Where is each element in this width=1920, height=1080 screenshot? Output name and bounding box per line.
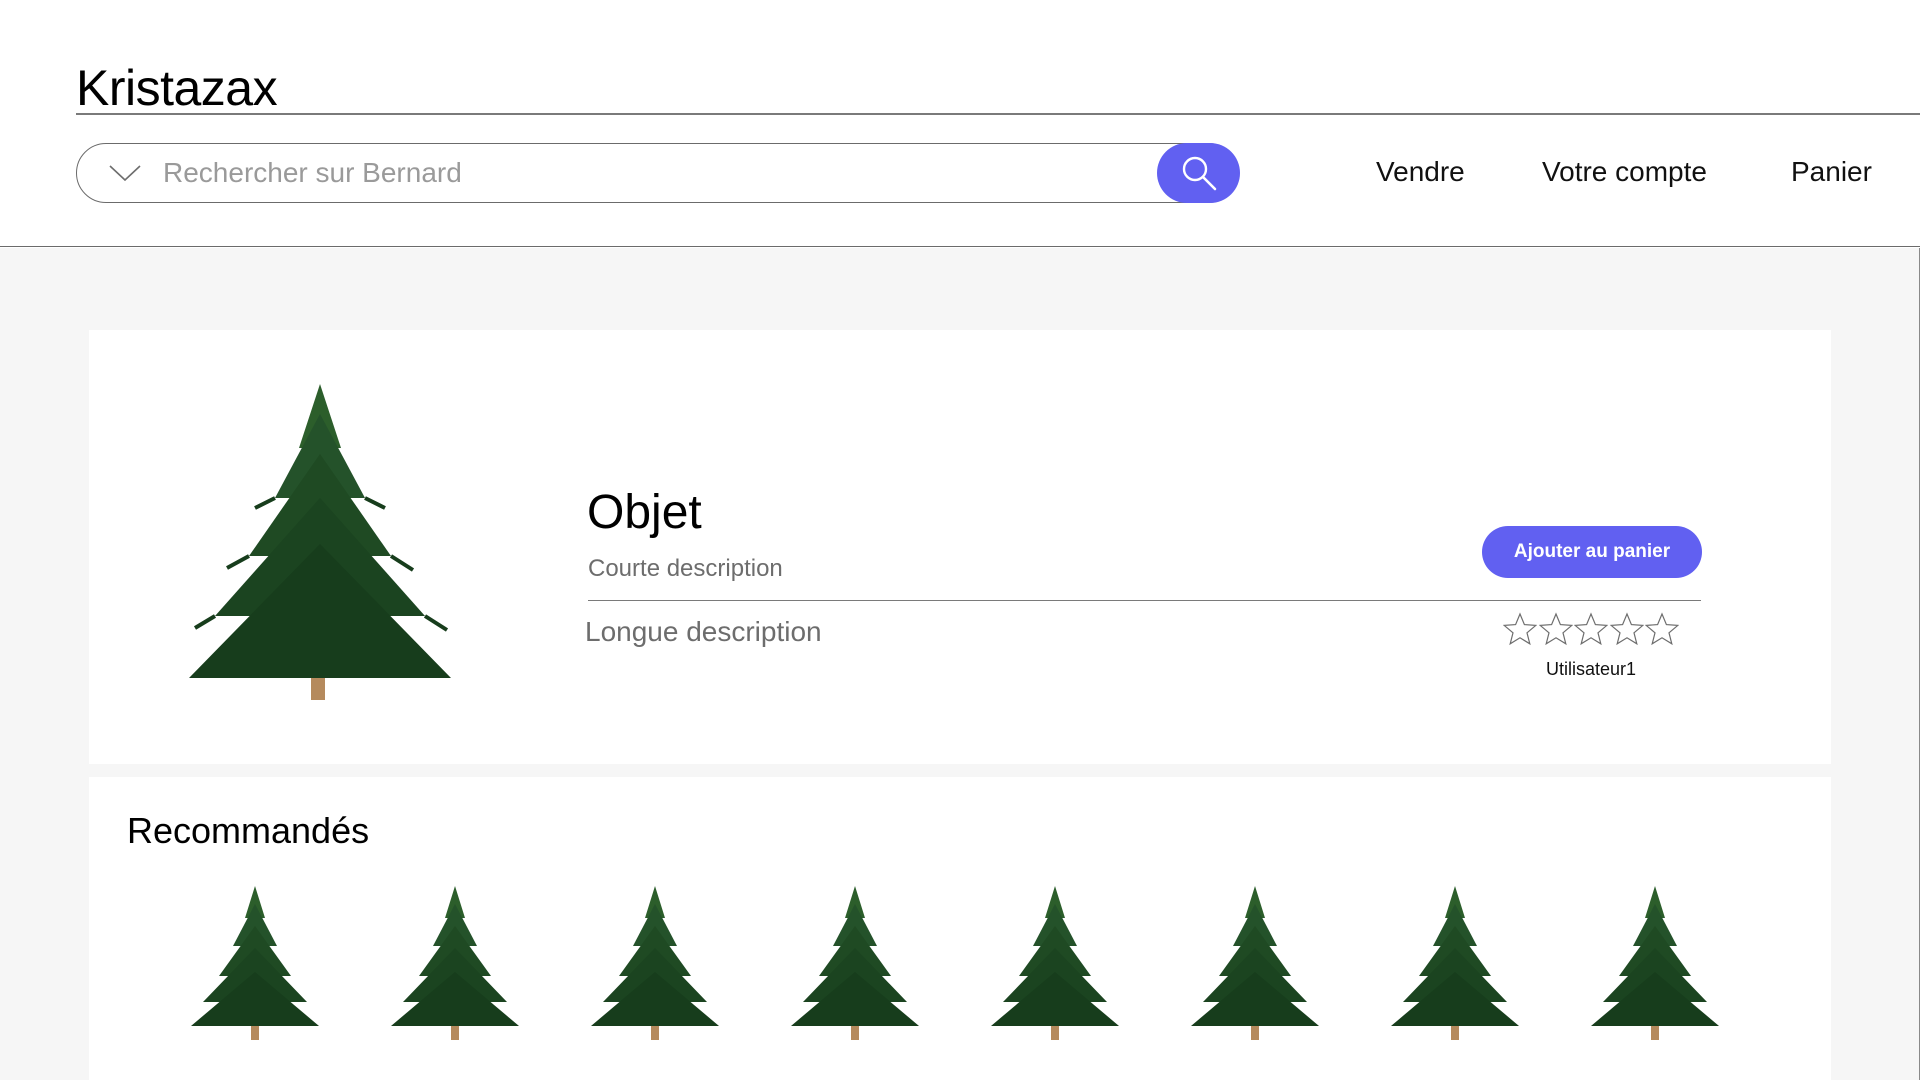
recommended-item[interactable] xyxy=(389,884,521,1044)
product-long-description: Longue description xyxy=(585,616,822,647)
brand-logo[interactable]: Kristazax xyxy=(76,58,278,118)
fir-tree-icon xyxy=(391,886,519,1040)
category-dropdown[interactable] xyxy=(105,156,145,190)
fir-tree-icon xyxy=(991,886,1119,1040)
recommendations-list xyxy=(189,884,1789,1044)
recommended-item[interactable] xyxy=(189,884,321,1044)
recommendations-title: Recommandés xyxy=(127,810,370,851)
header-divider xyxy=(76,113,1920,115)
nav-account-link[interactable]: Votre compte xyxy=(1542,154,1707,190)
search-icon xyxy=(1182,156,1216,191)
nav-sell-link[interactable]: Vendre xyxy=(1376,154,1465,190)
star-icon[interactable] xyxy=(1609,612,1644,646)
nav-cart-link[interactable]: Panier xyxy=(1791,154,1872,190)
product-image xyxy=(175,378,465,708)
recommended-item[interactable] xyxy=(1189,884,1321,1044)
top-header: Kristazax Vendre Votre compte Panier xyxy=(0,0,1920,247)
star-rating[interactable] xyxy=(1503,612,1679,648)
star-icon[interactable] xyxy=(1645,612,1679,646)
product-divider xyxy=(588,600,1701,601)
recommended-item[interactable] xyxy=(1389,884,1521,1044)
recommendations-section: Recommandés xyxy=(89,777,1831,1080)
product-short-description: Courte description xyxy=(588,555,783,582)
search-input[interactable] xyxy=(161,150,1141,196)
recommended-item[interactable] xyxy=(789,884,921,1044)
fir-tree-icon xyxy=(591,886,719,1040)
fir-tree-icon xyxy=(1191,886,1319,1040)
recommended-item[interactable] xyxy=(989,884,1121,1044)
recommended-item[interactable] xyxy=(1589,884,1721,1044)
star-icon[interactable] xyxy=(1538,612,1573,646)
reviewer-name[interactable]: Utilisateur1 xyxy=(1503,658,1679,680)
fir-tree-icon xyxy=(191,886,319,1040)
search-bar xyxy=(76,143,1240,203)
fir-tree-icon xyxy=(1391,886,1519,1040)
fir-tree-icon xyxy=(1591,886,1719,1040)
star-icon[interactable] xyxy=(1503,612,1537,646)
search-button[interactable] xyxy=(1157,143,1240,203)
chevron-down-icon xyxy=(109,165,141,182)
main-content: Objet Courte description Longue descript… xyxy=(0,248,1920,1080)
fir-tree-icon xyxy=(791,886,919,1040)
star-icon[interactable] xyxy=(1574,612,1608,646)
fir-tree-icon xyxy=(189,384,451,700)
product-card: Objet Courte description Longue descript… xyxy=(89,330,1831,764)
product-title: Objet xyxy=(587,486,702,539)
recommended-item[interactable] xyxy=(589,884,721,1044)
add-to-cart-button[interactable]: Ajouter au panier xyxy=(1482,526,1702,578)
